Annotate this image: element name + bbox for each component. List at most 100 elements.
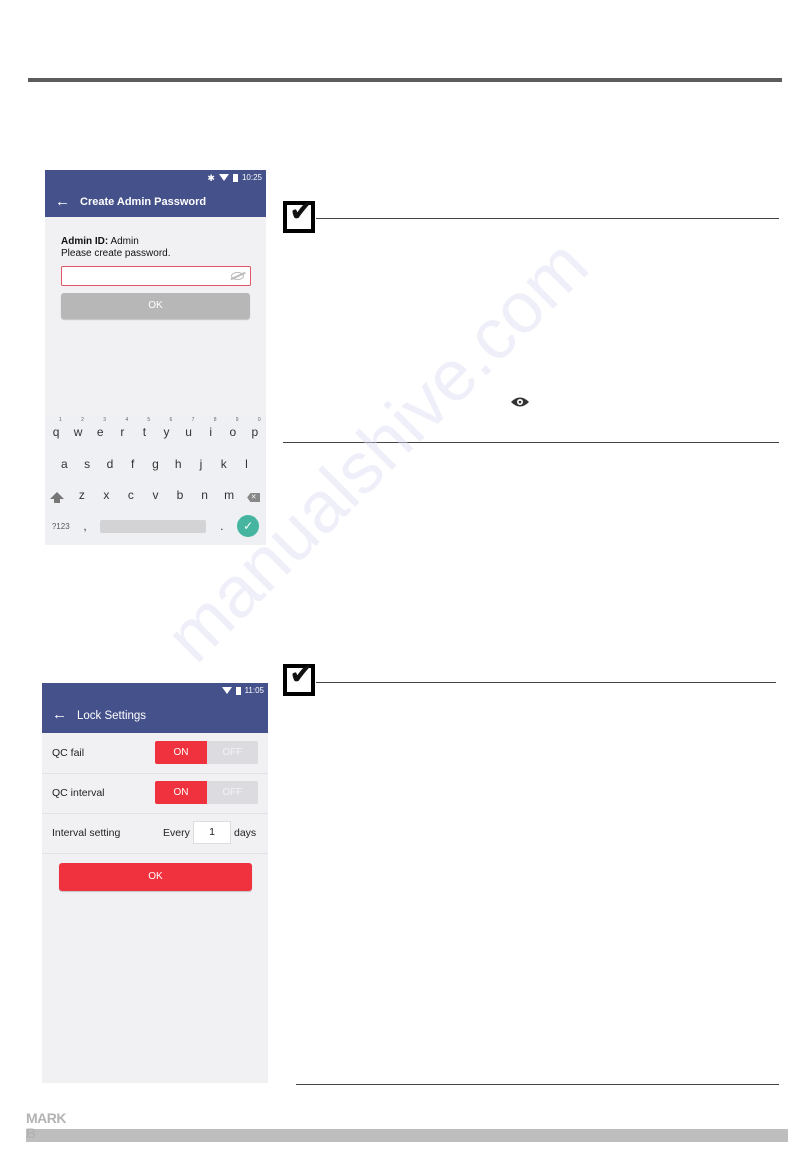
bluetooth-icon: ✱ [207, 172, 215, 183]
status-bar: ✱ 10:25 [207, 173, 262, 182]
note-top-rule-1 [316, 218, 779, 219]
note-checkbox-1: ✔ [283, 197, 315, 233]
shift-icon [50, 492, 65, 503]
setting-row-qc-fail: QC fail ON OFF [42, 734, 268, 774]
key-u[interactable]: u [185, 425, 192, 439]
key-k[interactable]: k [215, 457, 233, 471]
key-h[interactable]: h [169, 457, 187, 471]
key-f[interactable]: f [124, 457, 142, 471]
key-m[interactable]: m [220, 488, 238, 502]
key-r[interactable]: r [120, 425, 124, 439]
key-w[interactable]: w [74, 425, 83, 439]
ok-button[interactable]: OK [59, 863, 252, 891]
key-wrap: u7 [180, 417, 198, 439]
symbols-key[interactable]: ?123 [52, 522, 70, 531]
key-wrap: o9 [224, 417, 242, 439]
ok-button[interactable]: OK [61, 293, 250, 319]
key-o[interactable]: o [229, 425, 236, 439]
setting-row-qc-interval: QC interval ON OFF [42, 774, 268, 814]
key-hint: 1 [59, 417, 62, 423]
keyboard-row-3: z x c v b n m ✕ [45, 488, 266, 503]
admin-id-value: Admin [110, 236, 139, 247]
note-checkbox-2: ✔ [283, 660, 315, 696]
key-a[interactable]: a [55, 457, 73, 471]
toggle-on[interactable]: ON [155, 741, 207, 764]
key-p[interactable]: p [252, 425, 259, 439]
qc-fail-toggle[interactable]: ON OFF [155, 741, 258, 764]
eye-off-icon[interactable] [231, 272, 244, 280]
key-x[interactable]: x [97, 488, 115, 502]
key-c[interactable]: c [122, 488, 140, 502]
shift-key[interactable] [48, 488, 66, 503]
status-time: 10:25 [241, 173, 262, 182]
key-wrap: e3 [91, 417, 109, 439]
qc-interval-toggle[interactable]: ON OFF [155, 781, 258, 804]
eye-icon [511, 397, 529, 407]
backspace-icon: ✕ [247, 493, 261, 502]
admin-id-line: Admin ID: Admin [61, 236, 139, 247]
setting-row-interval: Interval setting Every 1 days [42, 814, 268, 854]
checkbox-check-icon: ✔ [283, 197, 315, 233]
key-v[interactable]: v [146, 488, 164, 502]
key-hint: 2 [81, 417, 84, 423]
password-input[interactable] [61, 266, 251, 286]
key-n[interactable]: n [196, 488, 214, 502]
app-bar: 11:05 ← Lock Settings [42, 683, 268, 733]
key-wrap: r4 [113, 417, 131, 439]
enter-key[interactable]: ✓ [237, 515, 260, 537]
create-admin-password-screen: ✱ 10:25 ← Create Admin Password Admin ID… [45, 170, 266, 545]
key-hint: 9 [235, 417, 239, 423]
toggle-off[interactable]: OFF [207, 781, 258, 804]
toggle-off[interactable]: OFF [207, 741, 258, 764]
status-time: 11:05 [244, 686, 264, 695]
key-l[interactable]: l [238, 457, 256, 471]
key-b[interactable]: b [171, 488, 189, 502]
setting-label: QC fail [52, 747, 85, 759]
wifi-icon [221, 687, 232, 694]
back-arrow-icon[interactable]: ← [52, 707, 67, 722]
key-wrap: p0 [246, 417, 264, 439]
password-prompt: Please create password. [61, 248, 171, 259]
key-d[interactable]: d [101, 457, 119, 471]
key-q[interactable]: q [53, 425, 60, 439]
brand-line-2: B [26, 1125, 36, 1141]
key-t[interactable]: t [143, 425, 146, 439]
key-hint: 3 [103, 417, 107, 423]
key-j[interactable]: j [192, 457, 210, 471]
key-g[interactable]: g [146, 457, 164, 471]
lock-settings-screen: 11:05 ← Lock Settings QC fail ON OFF QC … [42, 683, 268, 1083]
back-arrow-icon[interactable]: ← [55, 194, 70, 209]
battery-icon [232, 173, 238, 182]
brand-line-1: MARK [26, 1110, 67, 1126]
key-hint: 7 [191, 417, 195, 423]
key-hint: 8 [213, 417, 217, 423]
comma-key[interactable]: , [83, 519, 86, 533]
interval-prefix: Every [163, 827, 190, 839]
delete-key[interactable]: ✕ [245, 488, 263, 502]
key-hint: 4 [125, 417, 129, 423]
interval-suffix: days [234, 827, 257, 839]
footer-bar [26, 1129, 788, 1142]
key-wrap: q1 [47, 417, 65, 439]
keyboard-row-2: asdfghjkl [45, 457, 266, 471]
key-s[interactable]: s [78, 457, 96, 471]
interval-days-input[interactable]: 1 [193, 821, 231, 844]
space-key[interactable] [100, 519, 207, 533]
app-bar: ✱ 10:25 ← Create Admin Password [45, 170, 266, 217]
screen-title: Lock Settings [77, 710, 147, 722]
status-bar: 11:05 [221, 686, 264, 695]
key-e[interactable]: e [97, 425, 104, 439]
toggle-on[interactable]: ON [155, 781, 207, 804]
period-key[interactable]: . [220, 519, 223, 533]
key-hint: 0 [257, 417, 261, 423]
key-i[interactable]: i [209, 425, 212, 439]
key-wrap: y6 [158, 417, 176, 439]
note-bottom-rule-2 [296, 1084, 779, 1085]
screen-title: Create Admin Password [80, 196, 207, 208]
key-z[interactable]: z [73, 488, 91, 502]
keyboard-row-4: ?123 , . ✓ [45, 515, 266, 537]
key-y[interactable]: y [164, 425, 170, 439]
key-wrap: i8 [202, 417, 220, 439]
wifi-icon [218, 174, 229, 181]
note-bottom-rule-1 [283, 442, 779, 443]
